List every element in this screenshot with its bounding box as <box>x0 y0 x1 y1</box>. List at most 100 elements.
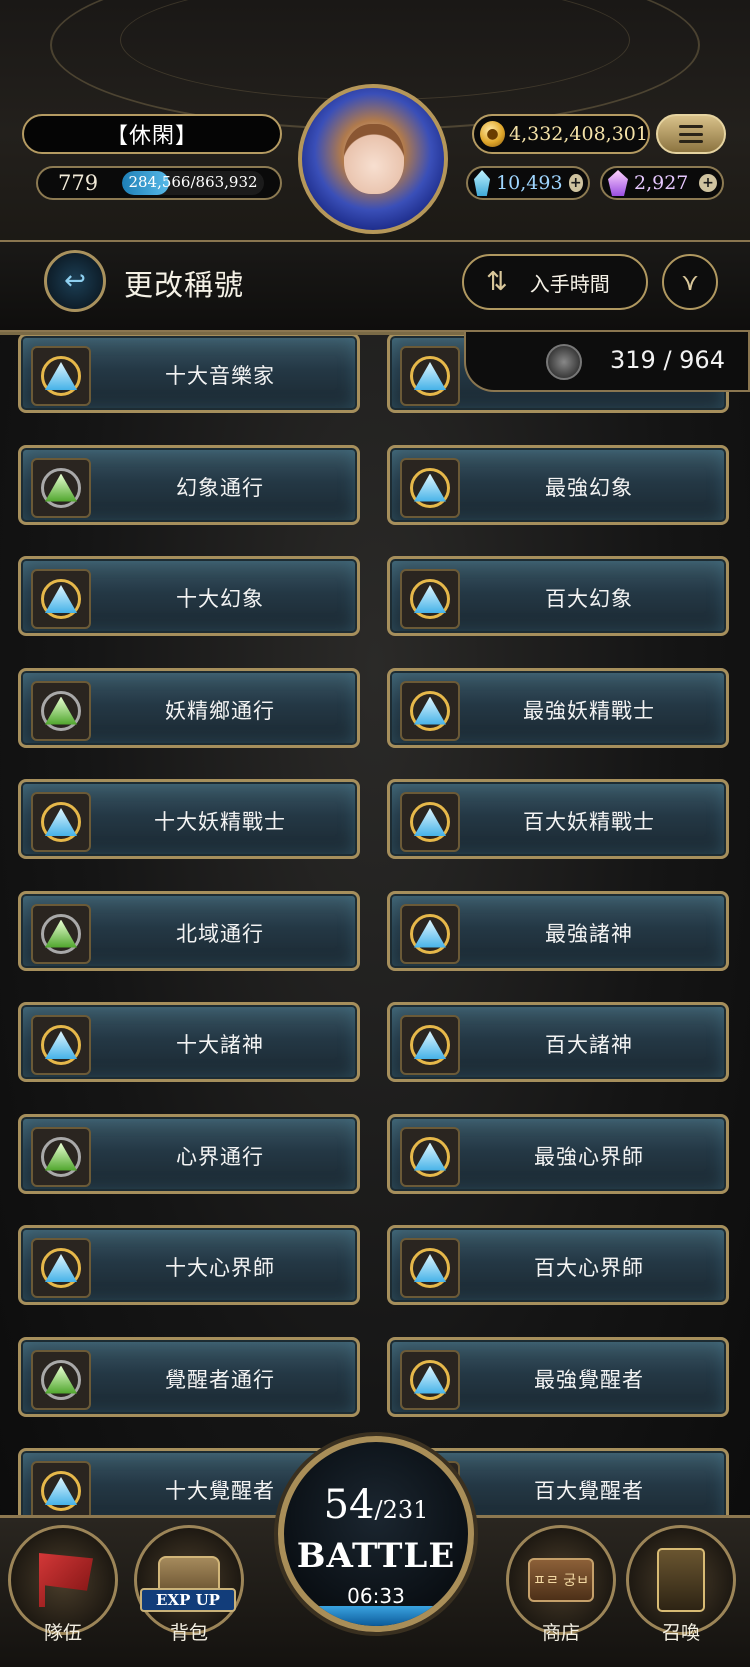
exp-text: 284,566/863,932 <box>128 173 258 191</box>
sort-label: 入手時間 <box>529 271 610 296</box>
jewel-amount: 2,927 <box>634 172 689 194</box>
gold-title-badge-icon <box>31 1461 91 1515</box>
shop-sign: ㅍㄹ 궁ㅂ <box>533 1573 589 1589</box>
gold-title-badge-icon <box>31 1238 91 1298</box>
sort-icon: ⇅ <box>486 267 508 297</box>
title-item-label: 最強妖精戰士 <box>523 698 655 723</box>
title-item[interactable]: 最強妖精戰士 <box>387 667 729 748</box>
title-count: 319 / 964 <box>610 346 725 374</box>
battle-label: BATTLE <box>296 1536 456 1576</box>
battle-button[interactable]: 54/231 BATTLE 06:33 <box>278 1436 474 1632</box>
title-count-tab: 319 / 964 <box>464 332 750 392</box>
stamina-current: 54 <box>323 1482 375 1528</box>
title-item-label: 十大妖精戰士 <box>154 810 286 834</box>
gold-title-badge-icon <box>400 346 460 406</box>
jewel-icon <box>608 170 628 196</box>
player-avatar[interactable] <box>298 84 448 234</box>
stamina-water <box>284 1606 468 1626</box>
back-arrow-icon: ↩ <box>64 266 86 296</box>
gold-title-badge-icon <box>400 1015 460 1075</box>
silver-title-badge-icon <box>31 457 91 518</box>
gold-title-badge-icon <box>400 569 460 629</box>
title-item-label: 百大覺醒者 <box>534 1479 644 1503</box>
gold-title-badge-icon <box>31 569 91 629</box>
title-item[interactable]: 百大妖精戰士 <box>387 779 729 859</box>
title-item[interactable]: 幻象通行 <box>18 444 360 525</box>
nav-team-label: 隊伍 <box>43 1622 82 1644</box>
title-item-label: 最強覺醒者 <box>534 1367 644 1392</box>
title-item-label: 百大妖精戰士 <box>523 810 655 834</box>
title-count-icon <box>546 344 582 380</box>
main-menu-button[interactable] <box>656 114 726 154</box>
gold-title-badge-icon <box>400 457 460 518</box>
page-title: 更改稱號 <box>124 268 245 302</box>
title-item[interactable]: 百大心界師 <box>387 1225 729 1305</box>
title-item[interactable]: 十大妖精戰士 <box>18 779 360 859</box>
gold-title-badge-icon <box>400 792 460 852</box>
nav-shop-label: 商店 <box>541 1622 580 1644</box>
filter-button[interactable]: ⋎ <box>662 254 718 310</box>
gold-title-badge-icon <box>400 680 460 741</box>
title-item[interactable]: 百大幻象 <box>387 556 729 636</box>
title-item-label: 百大諸神 <box>545 1033 633 1057</box>
silver-title-badge-icon <box>31 1126 91 1187</box>
title-item-label: 十大諸神 <box>176 1033 264 1057</box>
title-item[interactable]: 最強諸神 <box>387 890 729 971</box>
title-item[interactable]: 十大諸神 <box>18 1002 360 1082</box>
title-item[interactable]: 十大幻象 <box>18 556 360 636</box>
title-item[interactable]: 十大音樂家 <box>18 335 360 413</box>
gold-title-badge-icon <box>400 903 460 964</box>
title-item-label: 覺醒者通行 <box>165 1367 275 1392</box>
title-item-label: 妖精鄉通行 <box>165 698 275 723</box>
title-item-label: 心界通行 <box>176 1144 264 1169</box>
title-item[interactable]: 心界通行 <box>18 1113 360 1194</box>
jewel-counter: 2,927 + <box>600 166 724 200</box>
title-item-label: 幻象通行 <box>176 475 264 500</box>
title-item[interactable]: 覺醒者通行 <box>18 1336 360 1417</box>
gold-title-badge-icon <box>400 1349 460 1410</box>
title-grid: 十大音樂家 幻象通行 最強幻象 十大幻象 百大幻象 妖精鄉通行 最強妖精戰士 十大妖精戰士 百大… <box>0 335 750 1515</box>
title-item[interactable]: 最強覺醒者 <box>387 1336 729 1417</box>
title-item-label: 最強諸神 <box>545 921 633 946</box>
title-item-label: 十大音樂家 <box>165 364 275 388</box>
avatar-portrait <box>344 124 404 194</box>
silver-title-badge-icon <box>31 903 91 964</box>
title-item[interactable]: 最強幻象 <box>387 444 729 525</box>
nav-bag-label: 背包 <box>169 1622 208 1644</box>
title-item-label: 北域通行 <box>176 921 264 946</box>
title-item[interactable]: 最強心界師 <box>387 1113 729 1194</box>
shop-icon: ㅍㄹ 궁ㅂ <box>528 1558 594 1602</box>
title-item[interactable]: 百大諸神 <box>387 1002 729 1082</box>
title-item[interactable]: 妖精鄉通行 <box>18 667 360 748</box>
sort-button[interactable]: ⇅ 入手時間 <box>462 254 648 310</box>
crystal-amount: 10,493 <box>496 172 563 194</box>
gold-title-badge-icon <box>400 1238 460 1298</box>
title-item[interactable]: 北域通行 <box>18 890 360 971</box>
title-item-label: 十大心界師 <box>165 1256 275 1280</box>
exp-bar: 284,566/863,932 <box>122 171 264 195</box>
gold-title-badge-icon <box>31 346 91 406</box>
player-level: 779 <box>58 171 99 195</box>
add-jewel-icon[interactable]: + <box>699 174 717 192</box>
crystal-counter: 10,493 + <box>466 166 590 200</box>
silver-title-badge-icon <box>31 680 91 741</box>
title-item[interactable]: 十大心界師 <box>18 1225 360 1305</box>
silver-title-badge-icon <box>31 1349 91 1410</box>
stamina-max: /231 <box>374 1496 429 1524</box>
nav-summon-label: 召喚 <box>661 1622 700 1644</box>
gold-amount: 4,332,408,301 <box>508 123 648 145</box>
stamina-timer: 06:33 <box>347 1584 405 1608</box>
title-item-label: 百大幻象 <box>545 587 633 611</box>
filter-icon: ⋎ <box>681 268 699 296</box>
add-crystal-icon[interactable]: + <box>568 174 583 192</box>
player-level-box: 779 284,566/863,932 <box>36 166 282 200</box>
card-icon <box>657 1548 705 1612</box>
title-item-label: 最強心界師 <box>534 1144 644 1169</box>
player-status-title[interactable]: 【休閑】 <box>22 114 282 154</box>
gold-coin-icon: ● <box>480 121 505 147</box>
gold-title-badge-icon <box>31 1015 91 1075</box>
gold-title-badge-icon <box>31 792 91 852</box>
back-button[interactable]: ↩ <box>44 250 106 312</box>
gold-counter: ● 4,332,408,301 <box>472 114 650 154</box>
flag-icon <box>39 1553 93 1607</box>
